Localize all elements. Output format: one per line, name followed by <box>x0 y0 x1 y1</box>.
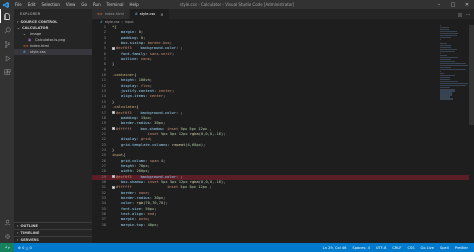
status-item-spell[interactable]: Spell <box>440 246 449 250</box>
explorer-icon[interactable] <box>0 9 14 23</box>
status-item-css[interactable]: CSS <box>407 246 414 250</box>
tab-bar: <> index.html # style.css × ▯▯ ··· <box>92 9 474 19</box>
color-swatch-icon[interactable] <box>112 127 115 131</box>
tab-label: style.css <box>139 12 156 16</box>
sidebar-bottom-sections: › OUTLINE › TIMELINE › SERVERS <box>14 222 92 243</box>
chevron-right-icon: › <box>17 230 19 235</box>
status-bar: ⊗ 0 △ 0 Ln 29, Col 46 Spaces: 4 UTF-8 CRLF C… <box>0 243 474 252</box>
color-swatch-icon[interactable] <box>112 185 115 189</box>
menu-item-edit[interactable]: Edit <box>25 0 39 9</box>
explorer-sidebar: EXPLORER › SOURCE CONTROL ⌄ CALCULATOR ⌄… <box>14 9 92 243</box>
status-item-utf-8[interactable]: UTF-8 <box>376 246 386 250</box>
css-file-icon: # <box>23 50 26 54</box>
tab-label: index.html <box>104 12 124 16</box>
file-tree: ⌄ image ▣ Calculator-is.png <> index.html # sty… <box>14 31 92 55</box>
section-label: OUTLINE <box>20 223 38 228</box>
status-item-ln-29-col-46[interactable]: Ln 29, Col 46 <box>323 246 347 250</box>
line-text: outline: none; <box>120 57 153 62</box>
activity-bar <box>0 9 14 243</box>
menu-item-go[interactable]: Go <box>78 0 90 9</box>
tab-index-html[interactable]: <> index.html <box>92 9 130 19</box>
split-editor-icon[interactable]: ▯▯ <box>458 12 462 17</box>
section-label: TIMELINE <box>20 230 40 235</box>
minimap-line <box>440 38 441 41</box>
account-icon[interactable] <box>0 215 14 229</box>
status-item-go-live[interactable]: Go Live <box>421 246 434 250</box>
servers-section[interactable]: › SERVERS <box>14 236 92 243</box>
editor-area: <> index.html # style.css × ▯▯ ··· # style.c… <box>92 9 474 243</box>
code-editor[interactable]: 1 *{2 margin: 0; 3 padding: 0; 4 box-sizing… <box>92 25 474 243</box>
vscode-logo-icon <box>2 1 9 8</box>
tree-item-style-css[interactable]: # style.css <box>14 49 92 55</box>
sidebar-title: EXPLORER <box>20 12 41 16</box>
status-item-crlf[interactable]: CRLF <box>392 246 401 250</box>
color-swatch-icon[interactable] <box>112 175 115 179</box>
menu-item-terminal[interactable]: Terminal <box>104 0 127 9</box>
menu-item-selection[interactable]: Selection <box>38 0 62 9</box>
menu-item-view[interactable]: View <box>63 0 79 9</box>
run-debug-icon[interactable] <box>0 51 14 65</box>
menu-bar: File Edit Selection View Go Run Terminal Help <box>12 0 142 9</box>
source-control-icon[interactable] <box>0 37 14 51</box>
status-item-spaces-4[interactable]: Spaces: 4 <box>352 246 369 250</box>
title-bar: File Edit Selection View Go Run Terminal Help s… <box>0 0 474 9</box>
close-tab-icon[interactable]: × <box>160 12 163 17</box>
tab-style-css[interactable]: # style.css × <box>129 9 170 19</box>
css-file-icon: # <box>134 12 138 16</box>
manage-gear-icon[interactable] <box>0 229 14 243</box>
remote-indicator-icon[interactable] <box>0 243 14 252</box>
code-line[interactable]: 38 margin-top: 40px; <box>92 223 474 228</box>
color-swatch-icon[interactable] <box>112 46 115 50</box>
window-controls: – □ ✕ <box>432 0 474 9</box>
search-icon[interactable] <box>0 23 14 37</box>
minimize-icon[interactable]: – <box>432 0 446 9</box>
menu-item-file[interactable]: File <box>12 0 25 9</box>
maximize-icon[interactable]: □ <box>446 0 460 9</box>
minimap-line <box>440 98 453 100</box>
line-text: grid-template-columns: repeat(4,68px); <box>120 142 206 147</box>
menu-item-run[interactable]: Run <box>90 0 104 9</box>
chevron-down-icon: ⌄ <box>17 26 21 30</box>
line-text: align-items: center; <box>120 94 166 99</box>
menu-item-help[interactable]: Help <box>127 0 142 9</box>
timeline-section[interactable]: › TIMELINE <box>14 229 92 236</box>
line-text: margin-top: 40px; <box>120 222 159 227</box>
minimap[interactable] <box>440 25 468 145</box>
scrollbar-thumb[interactable] <box>469 25 474 125</box>
more-actions-icon[interactable]: ··· <box>466 12 470 17</box>
minimap-line <box>440 50 455 52</box>
tree-item-label: style.css <box>30 50 46 54</box>
color-swatch-icon[interactable] <box>112 111 115 114</box>
editor-actions: ▯▯ ··· <box>458 9 474 19</box>
chevron-right-icon: › <box>17 223 19 228</box>
outline-section[interactable]: › OUTLINE <box>14 222 92 229</box>
problems-indicator[interactable]: ⊗ 0 △ 0 <box>18 246 32 250</box>
vertical-scrollbar[interactable] <box>469 25 474 243</box>
minimap-line <box>440 68 466 70</box>
status-item-prettier[interactable]: Prettier <box>455 246 468 250</box>
line-number: 38 <box>101 222 106 227</box>
html-file-icon: <> <box>97 12 103 16</box>
minimap-line <box>440 36 452 39</box>
close-icon[interactable]: ✕ <box>460 0 474 9</box>
extensions-icon[interactable] <box>0 65 14 79</box>
